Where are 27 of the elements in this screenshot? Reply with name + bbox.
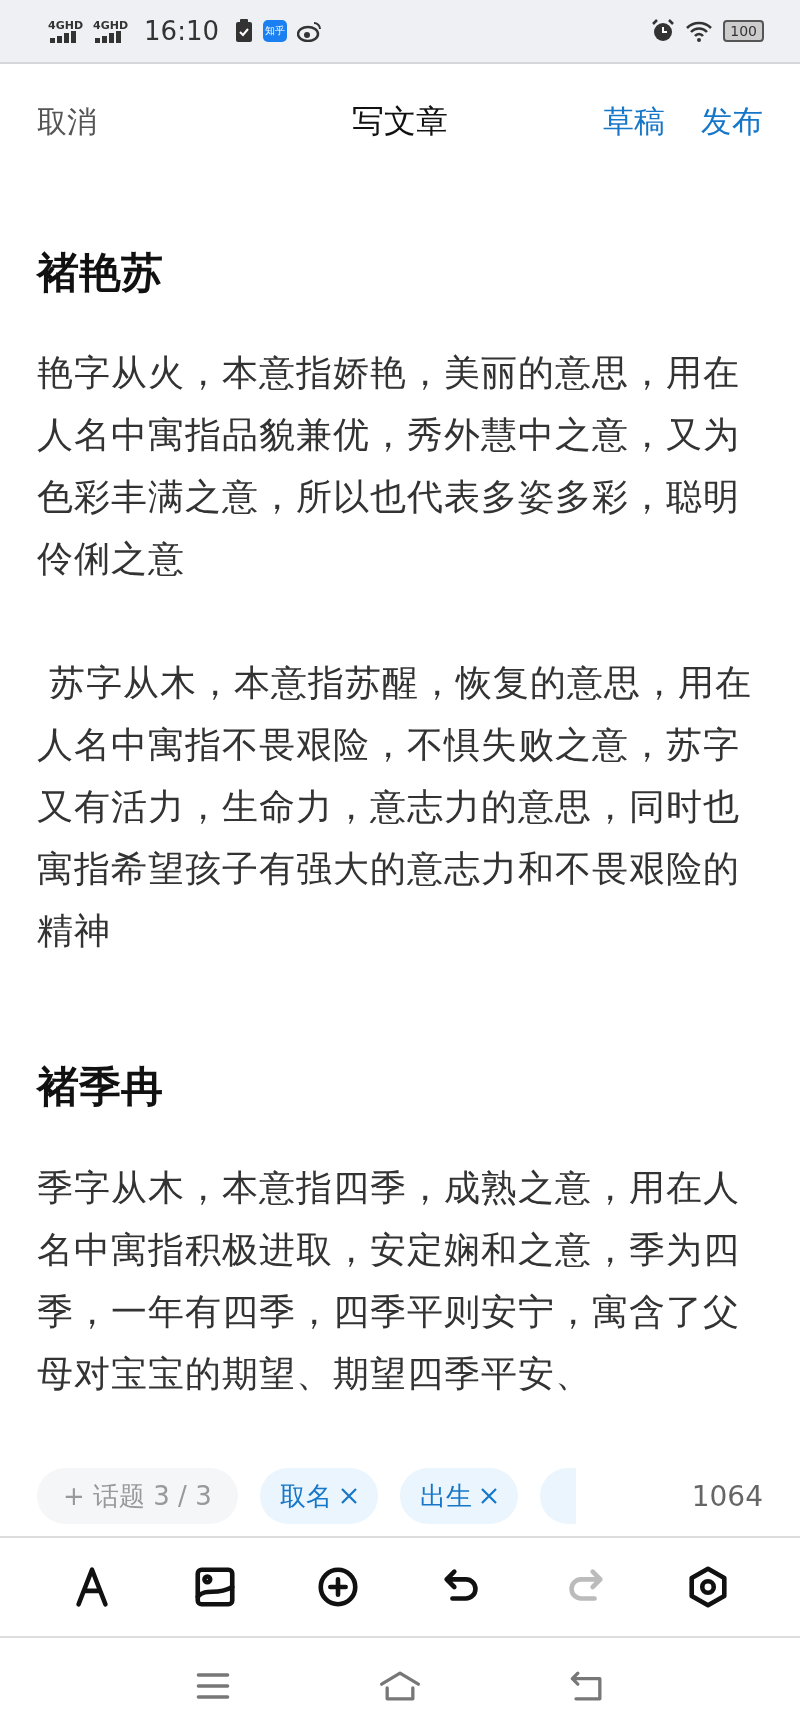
topic-tag[interactable]: 取名 bbox=[259, 1468, 378, 1524]
word-count: 1064 bbox=[691, 1479, 763, 1513]
network-label: 4GHD bbox=[93, 19, 129, 31]
signal-icon bbox=[48, 30, 78, 43]
header-action[interactable]: 草稿 bbox=[603, 101, 665, 143]
weibo-icon bbox=[297, 20, 323, 42]
wifi-icon bbox=[685, 20, 714, 42]
battery-level: 100 bbox=[723, 20, 764, 42]
topic-tag[interactable]: 出生 bbox=[399, 1468, 518, 1524]
network-label: 4GHD bbox=[48, 19, 84, 31]
section-heading: 褚艳苏 bbox=[37, 248, 164, 299]
cancel-button[interactable]: 取消 bbox=[37, 101, 97, 143]
page-title: 写文章 bbox=[352, 101, 448, 142]
body-paragraph: 苏字从木，本意指苏醒，恢复的意思，用在人名中寓指不畏艰险，不惧失败之意，苏字又有活力，生命力，意志力的意思，同时也寓指希望孩子有强大的意志力和不畏艰险的精神 bbox=[37, 661, 754, 954]
signal-icon bbox=[93, 30, 124, 43]
header-action[interactable]: 发布 bbox=[701, 101, 763, 143]
close-icon[interactable] bbox=[479, 1487, 498, 1505]
clipboard-icon bbox=[235, 19, 253, 43]
close-icon[interactable] bbox=[339, 1487, 358, 1505]
body-paragraph: 季字从木，本意指四季，成熟之意，用在人名中寓指积极进取，安定娴和之意，季为四季，一年有四季，四季平则安宁，寓含了父母对宝宝的期望、期望四季平安、 bbox=[37, 1165, 741, 1396]
body-paragraph: 艳字从火，本意指娇艳，美丽的意思，用在人名中寓指品貌兼优，秀外慧中之意，又为色彩丰满之意，所以也代表多姿多彩，聪明伶俐之意 bbox=[37, 351, 741, 582]
app-icon: 知乎 bbox=[263, 20, 287, 42]
add-topic-button[interactable]: + 话题 3 / 3 bbox=[37, 1468, 238, 1524]
clock-time: 16:10 bbox=[144, 16, 219, 46]
image-icon[interactable] bbox=[192, 1564, 238, 1610]
alarm-icon bbox=[651, 19, 676, 43]
section-heading: 褚季冉 bbox=[37, 1062, 164, 1113]
